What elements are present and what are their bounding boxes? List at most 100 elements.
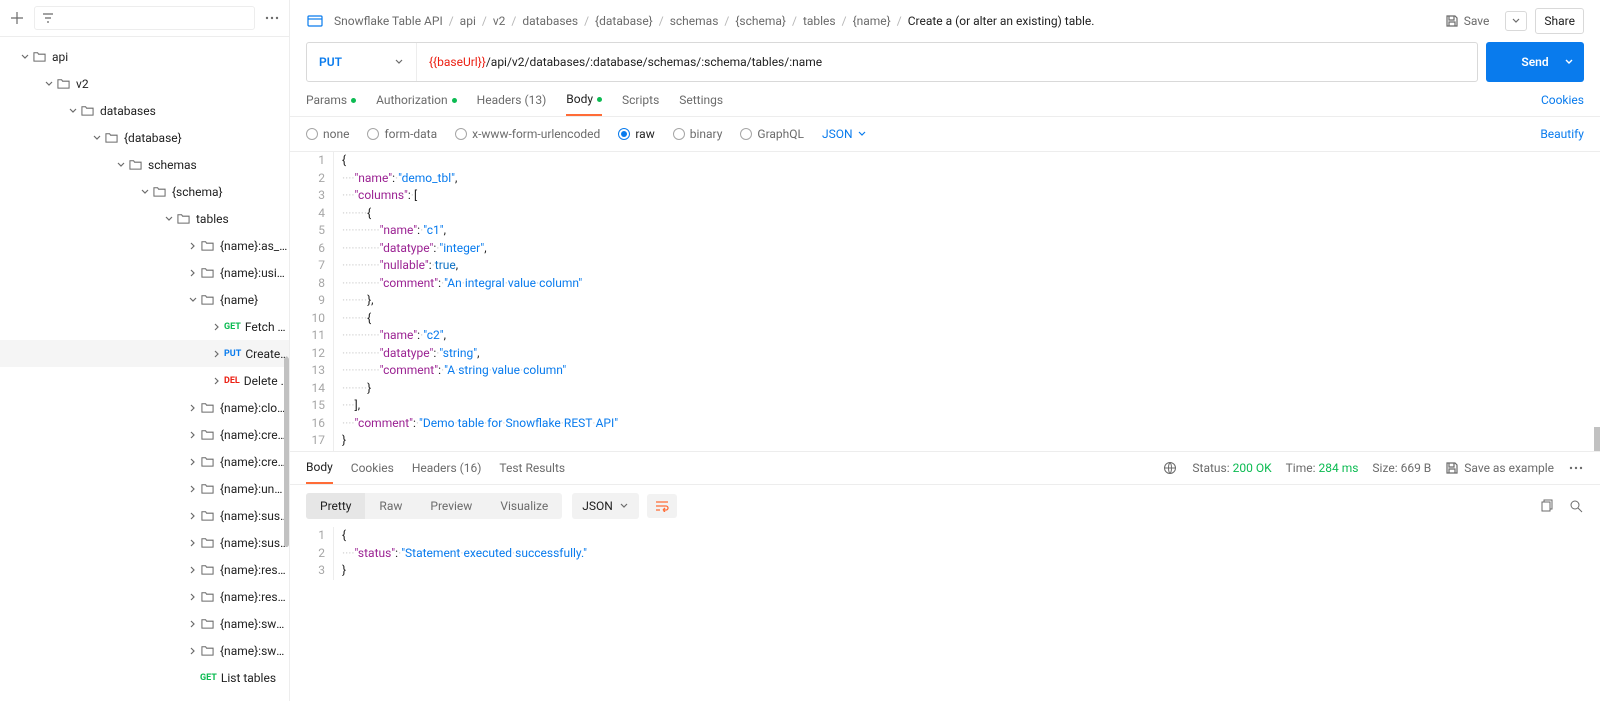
add-icon[interactable]	[8, 9, 26, 27]
radio-xwww[interactable]: x-www-form-urlencoded	[455, 127, 600, 141]
folder-item[interactable]: {name}:resum...	[0, 583, 289, 610]
radio-form-data[interactable]: form-data	[367, 127, 437, 141]
breadcrumb-segment[interactable]: {name}	[853, 14, 891, 28]
send-dropdown-icon[interactable]	[1564, 57, 1574, 67]
tab-authorization[interactable]: Authorization	[376, 93, 457, 115]
more-icon[interactable]	[263, 16, 281, 20]
caret-icon[interactable]	[18, 52, 32, 62]
view-pretty[interactable]: Pretty	[306, 493, 365, 519]
caret-icon[interactable]	[186, 457, 200, 467]
caret-icon[interactable]	[186, 619, 200, 629]
caret-icon[interactable]	[210, 376, 224, 386]
save-button[interactable]: Save	[1437, 9, 1498, 33]
save-example-button[interactable]: Save as example	[1445, 461, 1554, 475]
folder-item[interactable]: {name}:as_sel...	[0, 232, 289, 259]
search-icon[interactable]	[1568, 498, 1584, 514]
caret-icon[interactable]	[186, 538, 200, 548]
resp-tab-tests[interactable]: Test Results	[499, 461, 565, 483]
caret-icon[interactable]	[186, 484, 200, 494]
caret-icon[interactable]	[186, 592, 200, 602]
folder-item[interactable]: {name}:using_...	[0, 259, 289, 286]
view-raw[interactable]: Raw	[365, 493, 416, 519]
breadcrumb-segment[interactable]: {schema}	[735, 14, 786, 28]
tab-scripts[interactable]: Scripts	[622, 93, 659, 115]
caret-icon[interactable]	[186, 241, 200, 251]
breadcrumb-segment[interactable]: Snowflake Table API	[334, 14, 443, 28]
folder-item[interactable]: {name}:create...	[0, 448, 289, 475]
folder-item[interactable]: api	[0, 43, 289, 70]
caret-icon[interactable]	[162, 214, 176, 224]
caret-icon[interactable]	[42, 79, 56, 89]
folder-item[interactable]: schemas	[0, 151, 289, 178]
caret-icon[interactable]	[186, 268, 200, 278]
breadcrumb-segment[interactable]: v2	[493, 14, 506, 28]
view-preview[interactable]: Preview	[416, 493, 486, 519]
caret-icon[interactable]	[186, 565, 200, 575]
more-icon[interactable]	[1568, 460, 1584, 476]
response-lang-select[interactable]: JSON	[572, 493, 639, 519]
request-item[interactable]: DELDelete a ta...	[0, 367, 289, 394]
folder-item[interactable]: databases	[0, 97, 289, 124]
resp-tab-cookies[interactable]: Cookies	[351, 461, 394, 483]
wrap-lines-button[interactable]	[647, 494, 677, 518]
caret-icon[interactable]	[186, 646, 200, 656]
caret-icon[interactable]	[138, 187, 152, 197]
caret-icon[interactable]	[66, 106, 80, 116]
folder-item[interactable]: tables	[0, 205, 289, 232]
folder-item[interactable]: {name}:suspe...	[0, 502, 289, 529]
code-area[interactable]: {····"status":·"Statement·executed·succe…	[334, 527, 587, 580]
radio-binary[interactable]: binary	[673, 127, 723, 141]
radio-graphql[interactable]: GraphQL	[740, 127, 804, 141]
folder-item[interactable]: {schema}	[0, 178, 289, 205]
folder-item[interactable]: {name}:swap-...	[0, 637, 289, 664]
folder-item[interactable]: {database}	[0, 124, 289, 151]
request-item[interactable]: GETFetch a table.	[0, 313, 289, 340]
folder-item[interactable]: {name}:resum...	[0, 556, 289, 583]
caret-icon[interactable]	[186, 403, 200, 413]
resp-tab-body[interactable]: Body	[306, 460, 333, 484]
network-icon[interactable]	[1162, 460, 1178, 476]
tab-settings[interactable]: Settings	[679, 93, 723, 115]
tab-headers[interactable]: Headers (13)	[477, 93, 547, 115]
folder-item[interactable]: {name}	[0, 286, 289, 313]
request-item[interactable]: PUTCreate a (or...	[0, 340, 289, 367]
scrollbar[interactable]	[284, 357, 289, 547]
scrollbar[interactable]	[1594, 427, 1600, 451]
caret-icon[interactable]	[186, 511, 200, 521]
breadcrumb-segment[interactable]: api	[460, 14, 476, 28]
view-visualize[interactable]: Visualize	[486, 493, 562, 519]
folder-item[interactable]: {name}:create...	[0, 421, 289, 448]
radio-none[interactable]: none	[306, 127, 349, 141]
caret-icon[interactable]	[186, 295, 200, 305]
caret-icon[interactable]	[114, 160, 128, 170]
caret-icon[interactable]	[90, 133, 104, 143]
breadcrumb-segment[interactable]: {database}	[595, 14, 653, 28]
folder-item[interactable]: {name}:swap...	[0, 610, 289, 637]
folder-item[interactable]: {name}:suspe...	[0, 529, 289, 556]
share-button[interactable]: Share	[1535, 8, 1584, 34]
breadcrumb-segment[interactable]: Create a (or alter an existing) table.	[908, 14, 1095, 28]
send-button[interactable]: Send	[1486, 42, 1584, 82]
breadcrumb-segment[interactable]: tables	[803, 14, 836, 28]
caret-icon[interactable]	[210, 349, 224, 359]
response-body-editor[interactable]: 123 {····"status":·"Statement·executed·s…	[290, 527, 1600, 580]
tab-body[interactable]: Body	[566, 92, 602, 116]
copy-icon[interactable]	[1538, 498, 1554, 514]
caret-icon[interactable]	[186, 430, 200, 440]
cookies-link[interactable]: Cookies	[1541, 93, 1584, 115]
method-select[interactable]: PUT	[307, 43, 417, 81]
caret-icon[interactable]	[210, 322, 224, 332]
tab-params[interactable]: Params	[306, 93, 356, 115]
save-dropdown[interactable]	[1505, 11, 1527, 31]
beautify-link[interactable]: Beautify	[1540, 127, 1584, 141]
radio-raw[interactable]: raw	[618, 127, 654, 141]
code-area[interactable]: {····"name":·"demo_tbl",····"columns":·[…	[334, 152, 618, 451]
url-input[interactable]: {{baseUrl}}/api/v2/databases/:database/s…	[417, 43, 1477, 81]
folder-item[interactable]: v2	[0, 70, 289, 97]
breadcrumb-segment[interactable]: schemas	[670, 14, 719, 28]
filter-input[interactable]	[34, 6, 255, 30]
body-lang-select[interactable]: JSON	[822, 127, 867, 141]
request-body-editor[interactable]: 1234567891011121314151617 {····"name":·"…	[290, 152, 1600, 452]
folder-item[interactable]: {name}:clone	[0, 394, 289, 421]
breadcrumb-segment[interactable]: databases	[522, 14, 578, 28]
